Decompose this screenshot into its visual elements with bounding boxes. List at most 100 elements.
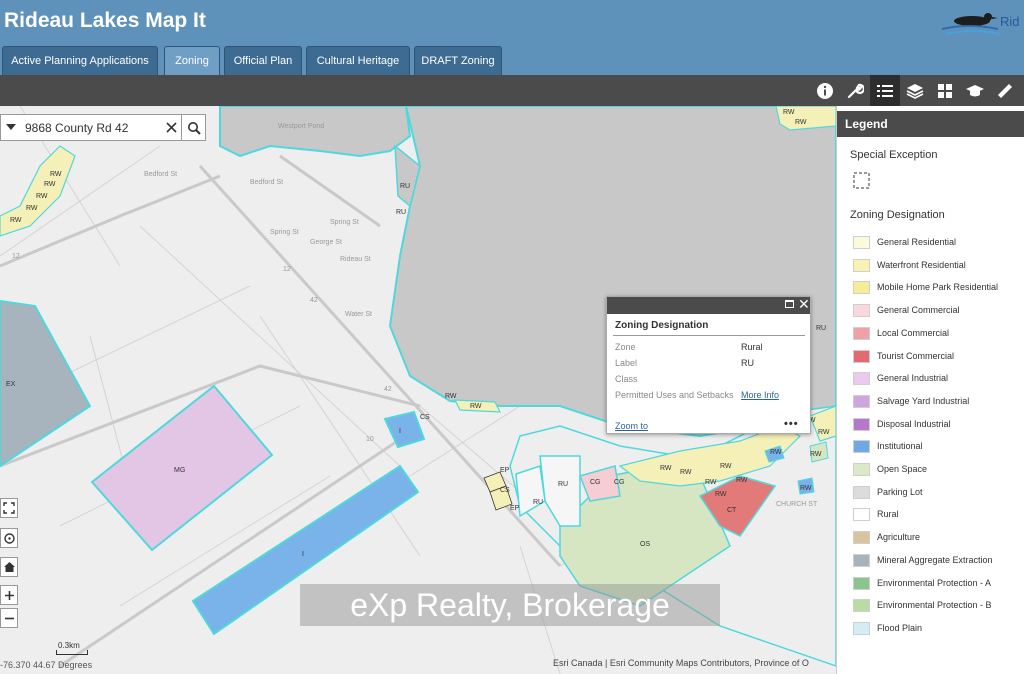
zone-label: MG (174, 467, 185, 474)
layers-button[interactable] (900, 75, 930, 106)
toolbar (0, 75, 1024, 106)
zone-label: RW (795, 119, 807, 126)
tab-draft-zoning[interactable]: DRAFT Zoning (414, 46, 502, 75)
maximize-icon[interactable] (785, 300, 794, 308)
zone-label: RU (396, 209, 406, 216)
zone-label: CG (590, 479, 601, 486)
legend-label: Environmental Protection - A (877, 577, 992, 588)
legend-list-icon (877, 84, 893, 97)
legend-swatch (853, 485, 870, 499)
legend-swatch (853, 349, 870, 363)
zone-label: EP (500, 467, 510, 474)
scale-label: 0.3km (58, 641, 80, 650)
legend-section-zoning-designation: Zoning Designation (850, 209, 945, 221)
search-button[interactable] (181, 115, 206, 140)
zoning-popup: ✕ Zoning Designation Zone Rural Label RU… (606, 296, 811, 434)
search-dropdown-button[interactable] (1, 115, 21, 140)
zoom-to-link[interactable]: Zoom to (615, 421, 648, 431)
zone-label: RU (816, 325, 826, 332)
search-clear-button[interactable] (161, 115, 181, 140)
zone-label: CS (420, 414, 430, 421)
legend-swatch (853, 236, 870, 249)
special-exception-swatch (853, 172, 870, 189)
zoom-in-button[interactable] (0, 585, 18, 605)
zone-label: RW (736, 477, 748, 484)
measure-button[interactable] (990, 75, 1020, 106)
legend-swatch (853, 531, 870, 545)
legend-label: Parking Lot (877, 486, 923, 497)
legend-label: Environmental Protection - B (877, 600, 992, 611)
legend-label: General Commercial (877, 305, 960, 316)
tab-official-plan[interactable]: Official Plan (224, 46, 302, 75)
fullscreen-icon (3, 502, 15, 514)
zone-label: RW (818, 429, 830, 436)
zone-label: CT (727, 507, 737, 514)
label-road-12: 12 (283, 266, 291, 273)
zone-label: RU (558, 481, 568, 488)
home-button[interactable] (0, 557, 18, 577)
legend-label: General Industrial (877, 373, 949, 384)
zone-institutional-small[interactable] (383, 410, 426, 449)
graduation-cap-icon (966, 84, 984, 96)
popup-key-permitted-uses: Permitted Uses and Setbacks (615, 390, 734, 400)
info-button[interactable] (810, 75, 840, 106)
legend-label: Institutional (877, 441, 923, 452)
popup-divider (613, 335, 805, 336)
popup-key-zone: Zone (615, 342, 636, 352)
fullscreen-button[interactable] (0, 498, 18, 518)
logo-text: Rid (1000, 14, 1020, 29)
legend-section-special-exception: Special Exception (850, 149, 938, 161)
zone-label: RU (533, 499, 543, 506)
tab-cultural-heritage[interactable]: Cultural Heritage (306, 46, 410, 75)
search-box (0, 114, 206, 141)
close-icon[interactable]: ✕ (798, 296, 810, 313)
more-actions-button[interactable]: ••• (784, 418, 799, 430)
label-road-42-b: 42 (310, 297, 318, 304)
zone-label: RW (36, 193, 48, 200)
locate-icon (3, 532, 15, 544)
zone-label: OS (640, 541, 650, 548)
close-icon (165, 122, 177, 133)
zone-label: RW (44, 181, 56, 188)
app-root: Westport Pond Bedford St Bedford St Spri… (0, 0, 1024, 674)
legend-swatch (853, 508, 870, 522)
legend-swatch (853, 599, 870, 613)
zone-label: RW (445, 393, 457, 400)
about-button[interactable] (960, 75, 990, 106)
zone-label: CG (614, 479, 625, 486)
more-info-link[interactable]: More Info (741, 390, 779, 400)
locate-button[interactable] (0, 528, 18, 548)
popup-title: Zoning Designation (615, 320, 709, 331)
legend-swatch (853, 372, 870, 386)
watermark: eXp Realty, Brokerage (300, 584, 720, 626)
wrench-icon (847, 83, 864, 98)
basemap-button[interactable] (930, 75, 960, 106)
legend-label: Mineral Aggregate Extraction (877, 554, 993, 565)
label-church-st: CHURCH ST (776, 501, 818, 508)
popup-key-class: Class (615, 374, 638, 384)
legend-swatch (853, 258, 870, 272)
search-input[interactable] (25, 118, 159, 137)
plus-icon (4, 590, 14, 600)
popup-titlebar: ✕ (607, 296, 810, 314)
label-bedford-st-1: Bedford St (144, 171, 177, 178)
app-header: Rideau Lakes Map It Rid Active Planning … (0, 0, 1024, 75)
zoom-out-button[interactable] (0, 608, 18, 628)
zone-label: RW (680, 469, 692, 476)
tools-button[interactable] (840, 75, 870, 106)
label-bedford-st-2: Bedford St (250, 179, 283, 186)
tab-active-planning-applications[interactable]: Active Planning Applications (2, 46, 158, 75)
legend-button[interactable] (870, 75, 900, 106)
label-water-st: Water St (345, 311, 372, 318)
label-spring-st-1: Spring St (270, 229, 299, 236)
basemap-grid-icon (938, 83, 952, 98)
layers-icon (906, 83, 924, 99)
pond (219, 106, 412, 158)
legend-label: Salvage Yard Industrial (877, 395, 970, 406)
app-title: Rideau Lakes Map It (4, 9, 206, 32)
map-attribution: Esri Canada | Esri Community Maps Contri… (553, 658, 809, 668)
zone-label: RW (26, 205, 38, 212)
zone-label: RW (10, 217, 22, 224)
label-spring-st-2: Spring St (330, 219, 359, 226)
tab-zoning[interactable]: Zoning (164, 46, 220, 75)
